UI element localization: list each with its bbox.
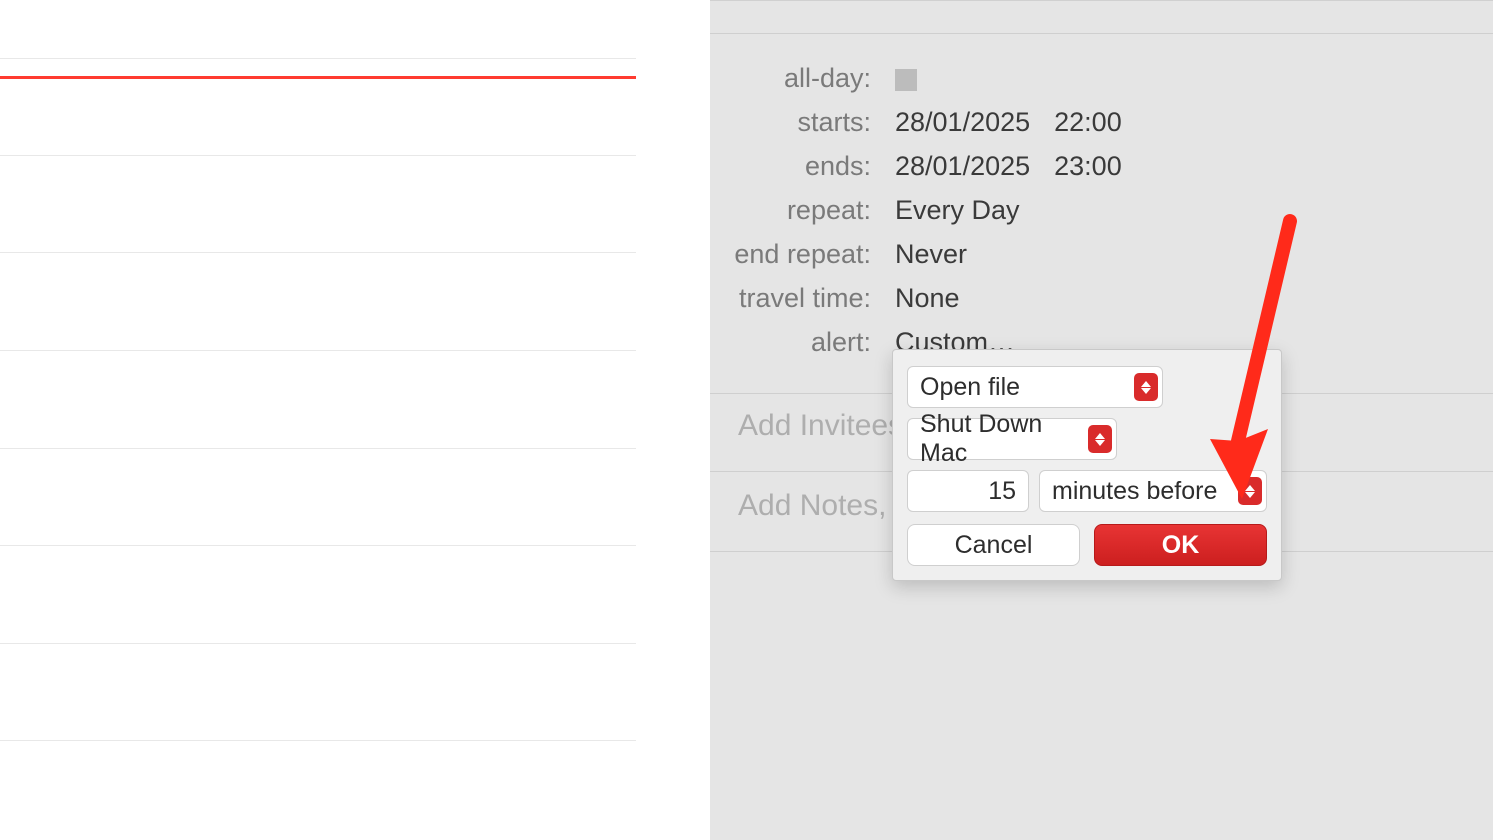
ends-time-value[interactable]: 23:00 bbox=[1054, 144, 1122, 188]
repeat-value[interactable]: Every Day bbox=[895, 188, 1020, 232]
repeat-label: repeat: bbox=[710, 188, 875, 232]
travel-time-label: travel time: bbox=[710, 276, 875, 320]
ok-button[interactable]: OK bbox=[1094, 524, 1267, 566]
alert-amount-input[interactable] bbox=[907, 470, 1029, 512]
travel-time-value[interactable]: None bbox=[895, 276, 960, 320]
alert-target-value: Shut Down Mac bbox=[920, 410, 1082, 468]
calendar-grid-lines bbox=[0, 0, 710, 840]
starts-row: starts: 28/01/2025 22:00 bbox=[710, 100, 1493, 144]
stepper-icon bbox=[1088, 425, 1112, 453]
end-repeat-value[interactable]: Never bbox=[895, 232, 967, 276]
end-repeat-row: end repeat: Never bbox=[710, 232, 1493, 276]
event-inspector-panel: all-day: starts: 28/01/2025 22:00 ends: … bbox=[710, 0, 1493, 840]
cancel-button[interactable]: Cancel bbox=[907, 524, 1080, 566]
starts-label: starts: bbox=[710, 100, 875, 144]
alert-time-row: minutes before bbox=[907, 470, 1267, 512]
event-fields: all-day: starts: 28/01/2025 22:00 ends: … bbox=[710, 56, 1493, 364]
ends-row: ends: 28/01/2025 23:00 bbox=[710, 144, 1493, 188]
all-day-row: all-day: bbox=[710, 56, 1493, 100]
add-invitees-field[interactable]: Add Invitees bbox=[738, 409, 903, 443]
all-day-checkbox[interactable] bbox=[895, 69, 917, 91]
travel-time-row: travel time: None bbox=[710, 276, 1493, 320]
alert-unit-value: minutes before bbox=[1052, 477, 1232, 506]
all-day-label: all-day: bbox=[710, 56, 875, 100]
end-repeat-label: end repeat: bbox=[710, 232, 875, 276]
repeat-row: repeat: Every Day bbox=[710, 188, 1493, 232]
alert-target-select[interactable]: Shut Down Mac bbox=[907, 418, 1117, 460]
stepper-icon bbox=[1238, 477, 1262, 505]
alert-action-value: Open file bbox=[920, 373, 1128, 402]
add-notes-field[interactable]: Add Notes, U bbox=[738, 489, 916, 523]
custom-alert-popover: Open file Shut Down Mac minutes before bbox=[892, 349, 1282, 581]
starts-date-value[interactable]: 28/01/2025 bbox=[895, 100, 1030, 144]
ends-date-value[interactable]: 28/01/2025 bbox=[895, 144, 1030, 188]
popover-button-row: Cancel OK bbox=[907, 524, 1267, 566]
alert-unit-select[interactable]: minutes before bbox=[1039, 470, 1267, 512]
stepper-icon bbox=[1134, 373, 1158, 401]
calendar-day-grid[interactable] bbox=[0, 0, 710, 840]
alert-action-select[interactable]: Open file bbox=[907, 366, 1163, 408]
starts-time-value[interactable]: 22:00 bbox=[1054, 100, 1122, 144]
current-time-indicator bbox=[0, 76, 636, 79]
ends-label: ends: bbox=[710, 144, 875, 188]
alert-label: alert: bbox=[710, 320, 875, 364]
